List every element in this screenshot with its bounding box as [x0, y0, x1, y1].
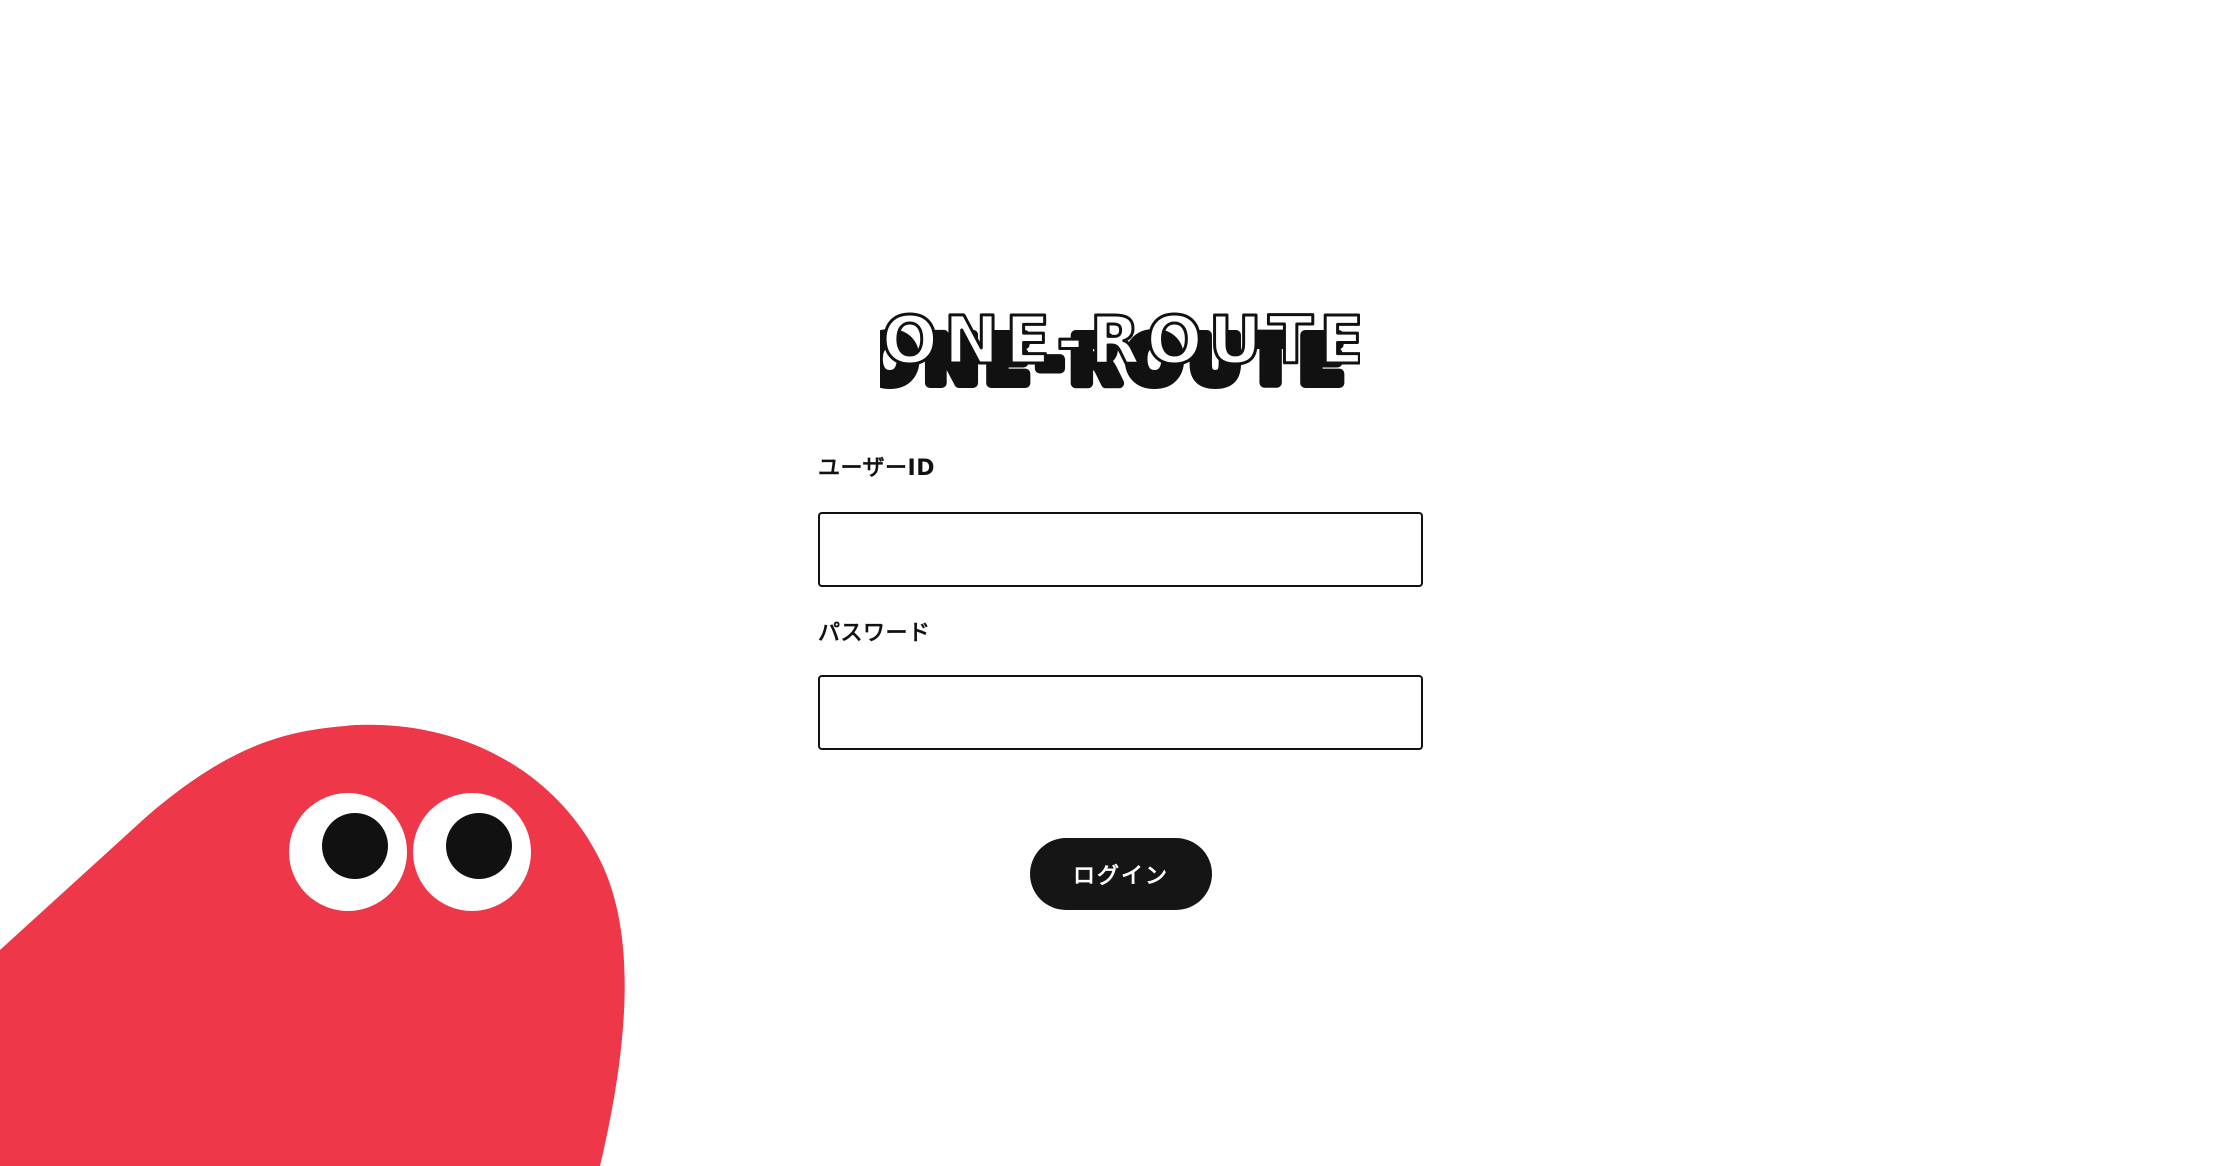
user-id-input[interactable] — [818, 512, 1423, 587]
user-id-label: ユーザーID — [818, 456, 936, 481]
mascot-right-pupil — [446, 813, 512, 879]
brand-logo-svg: ONE-ROUTE ONE-ROUTE — [880, 305, 1360, 397]
logo-main-text: ONE-ROUTE — [882, 305, 1360, 379]
password-input[interactable] — [818, 675, 1423, 750]
mascot-left-pupil — [322, 813, 388, 879]
mascot-right-eye-white — [413, 793, 531, 911]
mascot-body — [0, 724, 625, 1166]
login-button[interactable]: ログイン — [1030, 838, 1212, 910]
login-page: ONE-ROUTE ONE-ROUTE ユーザーID パスワード ログイン — [0, 0, 2239, 1166]
login-form: ユーザーID パスワード — [818, 455, 1423, 750]
mascot-left-eye-white — [289, 793, 407, 911]
password-label: パスワード — [818, 621, 931, 646]
brand-logo: ONE-ROUTE ONE-ROUTE — [880, 305, 1360, 397]
